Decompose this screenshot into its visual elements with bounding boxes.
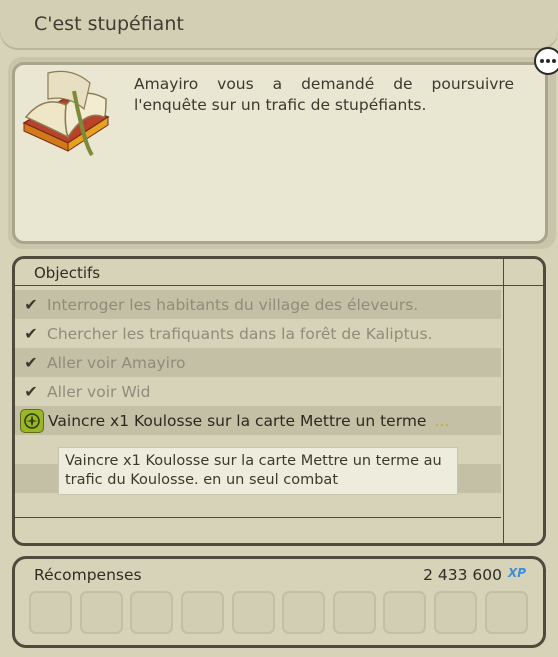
objectives-panel: Objectifs ✔ Interroger les habitants du … (12, 256, 546, 546)
objectives-header-label: Objectifs (34, 264, 101, 282)
title-bar: C'est stupéfiant (0, 0, 558, 50)
checkmark-icon: ✔ (24, 382, 38, 401)
xp-value: 2 433 600 (423, 566, 502, 584)
objective-row[interactable]: ✔ Aller voir Wid (15, 377, 501, 406)
quest-description: Amayiro vous a demandé de poursuivre l'e… (134, 75, 514, 114)
row-divider (15, 517, 501, 518)
checkmark-icon: ✔ (24, 324, 38, 343)
checkmark-icon: ✔ (24, 295, 38, 314)
reward-slot[interactable] (434, 591, 477, 634)
quest-title: C'est stupéfiant (34, 13, 184, 35)
xp-icon: XP (508, 566, 527, 580)
reward-slot[interactable] (29, 591, 72, 634)
reward-slot[interactable] (485, 591, 528, 634)
chat-bubble-icon[interactable] (532, 46, 558, 78)
reward-slot[interactable] (130, 591, 173, 634)
compass-icon[interactable] (20, 408, 44, 433)
objective-row-active[interactable]: Vaincre x1 Koulosse sur la carte Mettre … (15, 406, 501, 435)
objective-row[interactable]: ✔ Aller voir Amayiro (15, 348, 501, 377)
objective-tooltip: Vaincre x1 Koulosse sur la carte Mettre … (58, 447, 458, 495)
reward-slot[interactable] (383, 591, 426, 634)
reward-slot[interactable] (282, 591, 325, 634)
objective-label: Vaincre x1 Koulosse sur la carte Mettre … (48, 411, 427, 430)
more-ellipsis: ... (434, 411, 450, 430)
checkmark-icon: ✔ (24, 353, 38, 372)
objective-label: Interroger les habitants du village des … (47, 295, 419, 314)
objective-label: Aller voir Wid (47, 382, 151, 401)
objective-label: Aller voir Amayiro (47, 353, 186, 372)
reward-slot[interactable] (232, 591, 275, 634)
open-book-icon (22, 70, 110, 157)
reward-slot[interactable] (181, 591, 224, 634)
objective-row[interactable]: ✔ Chercher les trafiquants dans la forêt… (15, 319, 501, 348)
reward-slot[interactable] (333, 591, 376, 634)
reward-slot[interactable] (80, 591, 123, 634)
objective-row[interactable]: ✔ Interroger les habitants du village de… (15, 290, 501, 319)
objectives-header: Objectifs (15, 259, 543, 286)
column-divider (503, 259, 504, 543)
rewards-label: Récompenses (34, 566, 142, 584)
objective-label: Chercher les trafiquants dans la forêt d… (47, 324, 433, 343)
